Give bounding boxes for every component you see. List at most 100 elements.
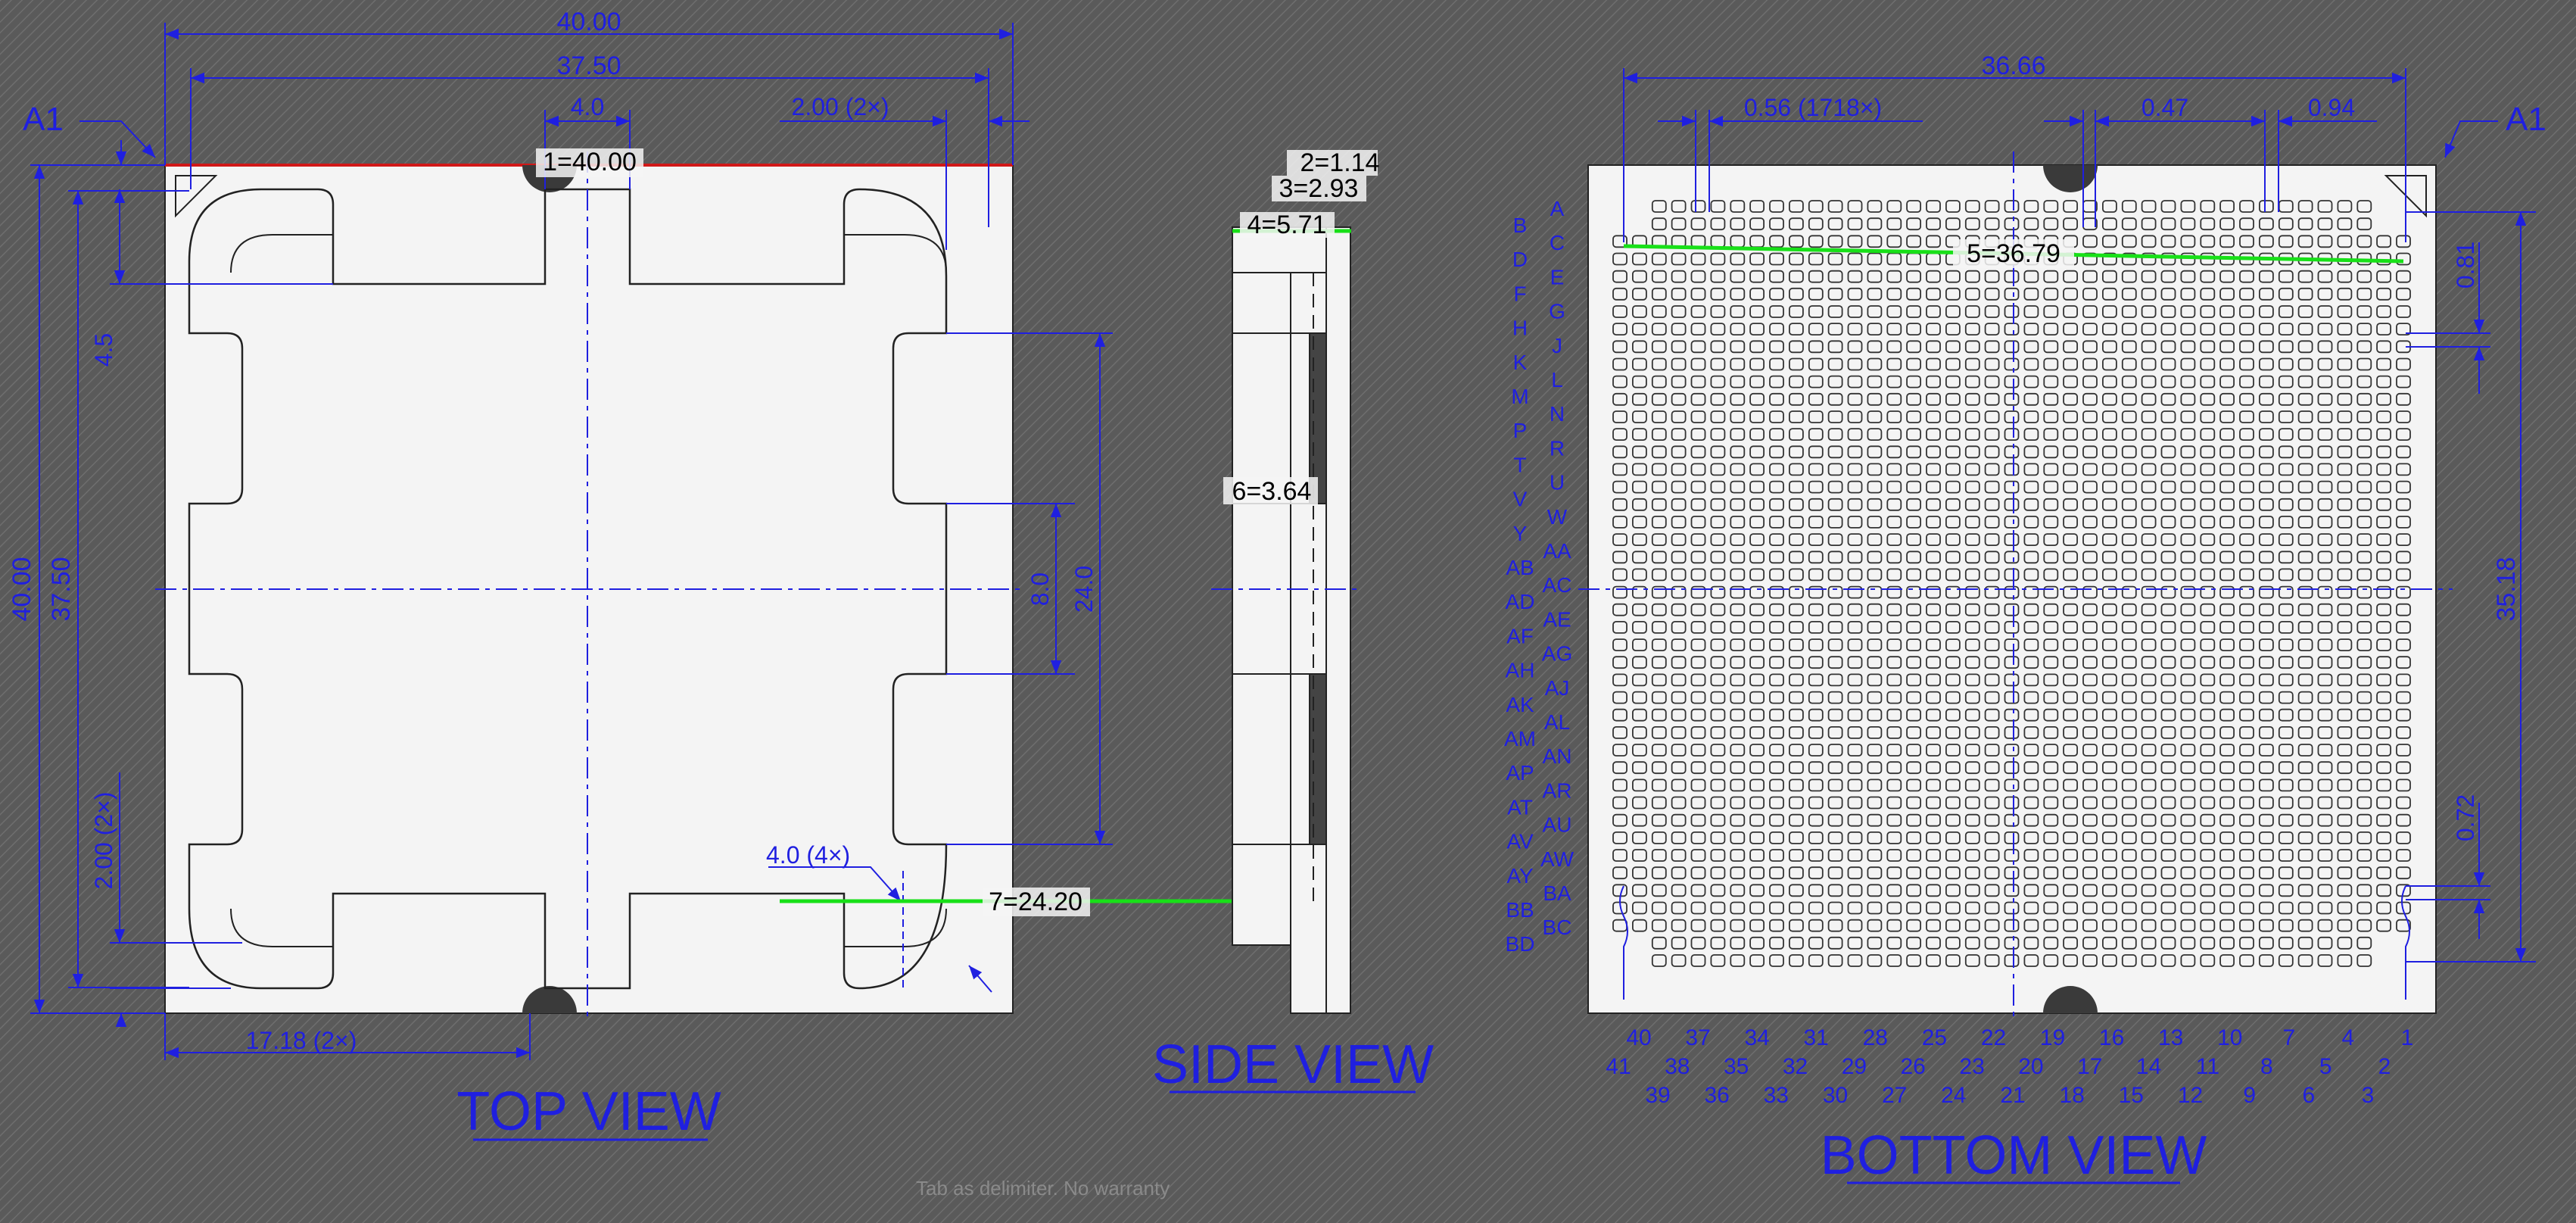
- row-label-right: AL: [1544, 710, 1570, 734]
- column-label: 39: [1645, 1083, 1670, 1108]
- row-label-right: AU: [1543, 813, 1572, 837]
- dim-notch-40: 4.0: [571, 93, 604, 120]
- row-label-left: AD: [1506, 590, 1535, 613]
- row-label-left: M: [1511, 385, 1528, 408]
- row-label-right: AC: [1543, 573, 1572, 597]
- bottom-view-title: BOTTOM VIEW: [1821, 1125, 2207, 1186]
- row-label-left: V: [1513, 488, 1528, 511]
- row-label-left: BD: [1506, 932, 1535, 956]
- a1-label-top: A1: [23, 101, 64, 138]
- row-label-left: H: [1512, 317, 1528, 340]
- column-label: 15: [2119, 1083, 2144, 1108]
- row-label-left: AY: [1506, 864, 1534, 888]
- dim-gap-047: 0.47: [2141, 94, 2188, 121]
- column-label: 36: [1705, 1083, 1730, 1108]
- column-label: 28: [1863, 1025, 1888, 1050]
- top-view-title: TOP VIEW: [456, 1081, 721, 1142]
- row-label-right: BC: [1543, 916, 1572, 939]
- column-label: 8: [2260, 1054, 2273, 1079]
- row-label-right: G: [1549, 300, 1565, 323]
- column-label: 35: [1724, 1054, 1749, 1079]
- row-label-left: T: [1513, 453, 1526, 476]
- column-label: 17: [2077, 1054, 2102, 1079]
- row-label-left: D: [1512, 248, 1528, 271]
- column-label: 31: [1804, 1025, 1829, 1050]
- column-label: 2: [2378, 1054, 2391, 1079]
- row-label-right: R: [1550, 436, 1565, 460]
- column-label: 30: [1823, 1083, 1848, 1108]
- row-label-right: W: [1547, 505, 1568, 529]
- column-label: 16: [2099, 1025, 2124, 1050]
- column-label: 22: [1981, 1025, 2006, 1050]
- dim-pitch-056: 0.56 (1718×): [1744, 94, 1882, 121]
- column-label: 3: [2362, 1083, 2375, 1108]
- dim-right-072: 0.72: [2452, 794, 2479, 841]
- column-label: 14: [2136, 1054, 2161, 1079]
- column-label: 4: [2342, 1025, 2355, 1050]
- row-label-right: AW: [1540, 847, 1575, 871]
- column-label: 27: [1882, 1083, 1907, 1108]
- row-label-left: AP: [1506, 761, 1534, 785]
- row-label-right: E: [1550, 265, 1565, 289]
- dim-left-200: 2.00 (2×): [90, 792, 117, 890]
- row-label-right: AG: [1542, 642, 1572, 666]
- column-label: 11: [2196, 1054, 2219, 1079]
- dim-right-081: 0.81: [2452, 242, 2479, 289]
- column-label: 19: [2040, 1025, 2065, 1050]
- measure-label-3: 3=2.93: [1279, 174, 1359, 203]
- column-label: 13: [2158, 1025, 2183, 1050]
- measure-label-5: 5=36.79: [1967, 239, 2060, 268]
- dim-bottom-1718: 17.18 (2×): [246, 1027, 357, 1054]
- dim-tab-240: 24.0: [1070, 566, 1098, 613]
- column-label: 23: [1959, 1054, 1984, 1079]
- dim-height-375: 37.50: [47, 557, 76, 621]
- column-label: 29: [1842, 1054, 1867, 1079]
- dim-gap-094: 0.94: [2308, 94, 2355, 121]
- row-label-left: AF: [1506, 624, 1534, 647]
- dim-width-40: 40.00: [556, 8, 621, 36]
- row-label-right: AE: [1543, 607, 1571, 631]
- column-label: 10: [2217, 1025, 2242, 1050]
- dim-side-45: 4.5: [90, 333, 117, 367]
- column-label: 5: [2319, 1054, 2332, 1079]
- row-label-left: BB: [1506, 898, 1534, 922]
- row-label-right: L: [1551, 368, 1563, 392]
- column-label: 26: [1901, 1054, 1926, 1079]
- dim-right-3518: 35.18: [2492, 557, 2521, 621]
- dim-tab-80: 8.0: [1026, 573, 1054, 606]
- side-substrate: [1325, 226, 1351, 1014]
- column-label: 7: [2282, 1025, 2295, 1050]
- column-label: 6: [2302, 1083, 2315, 1108]
- row-label-right: BA: [1543, 881, 1571, 905]
- column-label: 1: [2401, 1025, 2414, 1050]
- dim-tab-200: 2.00 (2×): [792, 93, 889, 120]
- column-label: 9: [2243, 1083, 2256, 1108]
- measure-label-1: 1=40.00: [543, 148, 637, 176]
- column-label: 32: [1783, 1054, 1808, 1079]
- column-label: 18: [2060, 1083, 2085, 1108]
- mechanical-drawing: 40.00 37.50 4.0 2.00 (2×) A1 40.00 37.50…: [0, 0, 2576, 1223]
- column-label: 41: [1606, 1054, 1631, 1079]
- row-label-left: P: [1513, 419, 1528, 442]
- row-label-right: A: [1550, 197, 1565, 220]
- row-label-left: AK: [1506, 693, 1534, 716]
- row-label-left: B: [1513, 214, 1528, 237]
- side-view-title: SIDE VIEW: [1152, 1034, 1434, 1095]
- column-label: 40: [1626, 1025, 1651, 1050]
- row-label-right: AN: [1543, 744, 1572, 768]
- dim-height-40: 40.00: [8, 557, 36, 621]
- column-label: 24: [1941, 1083, 1966, 1108]
- row-label-left: F: [1513, 282, 1526, 305]
- dim-width-375: 37.50: [556, 51, 621, 80]
- column-label: 12: [2178, 1083, 2203, 1108]
- row-label-right: AJ: [1545, 676, 1570, 700]
- row-label-right: J: [1552, 334, 1562, 357]
- measure-label-4: 4=5.71: [1248, 211, 1327, 239]
- column-label: 21: [2000, 1083, 2025, 1108]
- column-label: 37: [1685, 1025, 1710, 1050]
- row-label-left: AT: [1507, 795, 1533, 819]
- column-label: 20: [2018, 1054, 2043, 1079]
- column-label: 34: [1745, 1025, 1770, 1050]
- row-label-left: AV: [1506, 830, 1534, 853]
- footer-note: Tab as delimiter. No warranty: [916, 1177, 1170, 1200]
